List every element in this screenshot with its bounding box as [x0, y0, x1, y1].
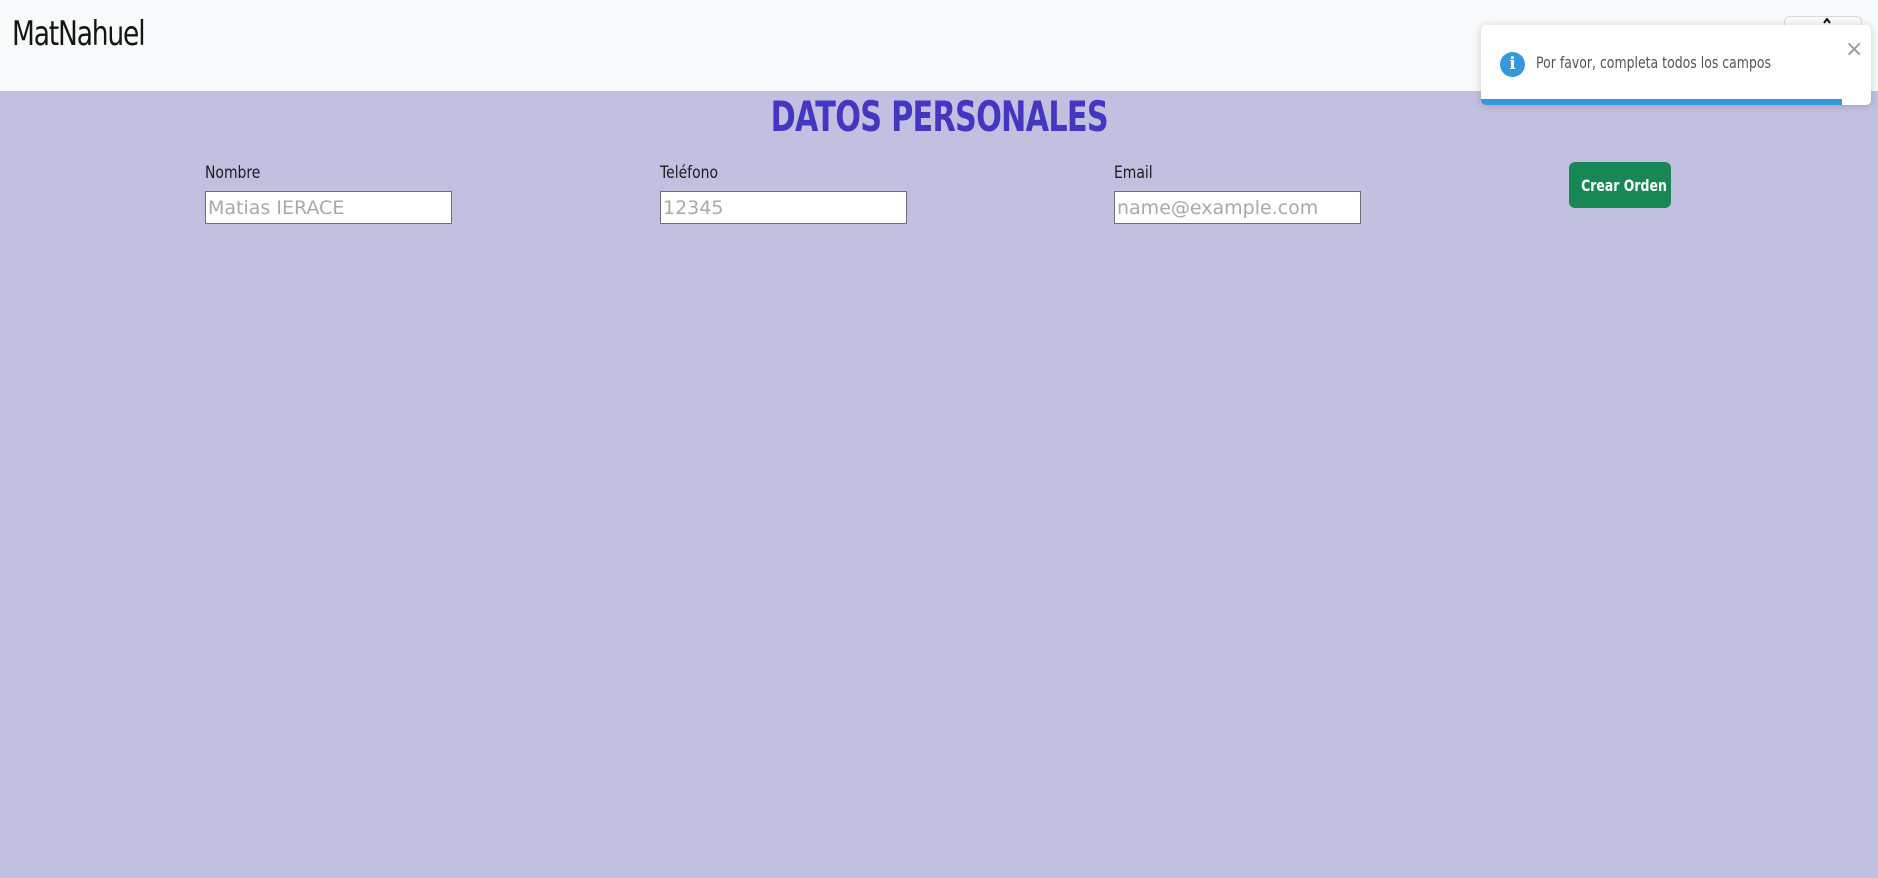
- email-label: Email: [1114, 163, 1153, 183]
- toast-progress-bar: [1481, 99, 1842, 105]
- name-label: Nombre: [205, 163, 261, 183]
- toast-progress-track: [1481, 99, 1871, 105]
- toggler-top-mark: [1823, 18, 1831, 24]
- close-icon[interactable]: ×: [1845, 39, 1863, 61]
- info-icon: i: [1500, 52, 1525, 77]
- create-order-button-label: Crear Orden: [1581, 175, 1667, 195]
- navbar-brand[interactable]: MatNahuel: [12, 14, 146, 54]
- phone-label: Teléfono: [660, 163, 718, 183]
- toast-message: Por favor, completa todos los campos: [1536, 53, 1772, 72]
- page-title-text: DATOS PERSONALES: [770, 92, 1108, 141]
- email-input[interactable]: [1114, 191, 1361, 224]
- toast-notification: i Por favor, completa todos los campos ×: [1481, 25, 1871, 105]
- name-input[interactable]: [205, 191, 452, 224]
- phone-input[interactable]: [660, 191, 907, 224]
- create-order-button[interactable]: Crear Orden: [1569, 162, 1671, 208]
